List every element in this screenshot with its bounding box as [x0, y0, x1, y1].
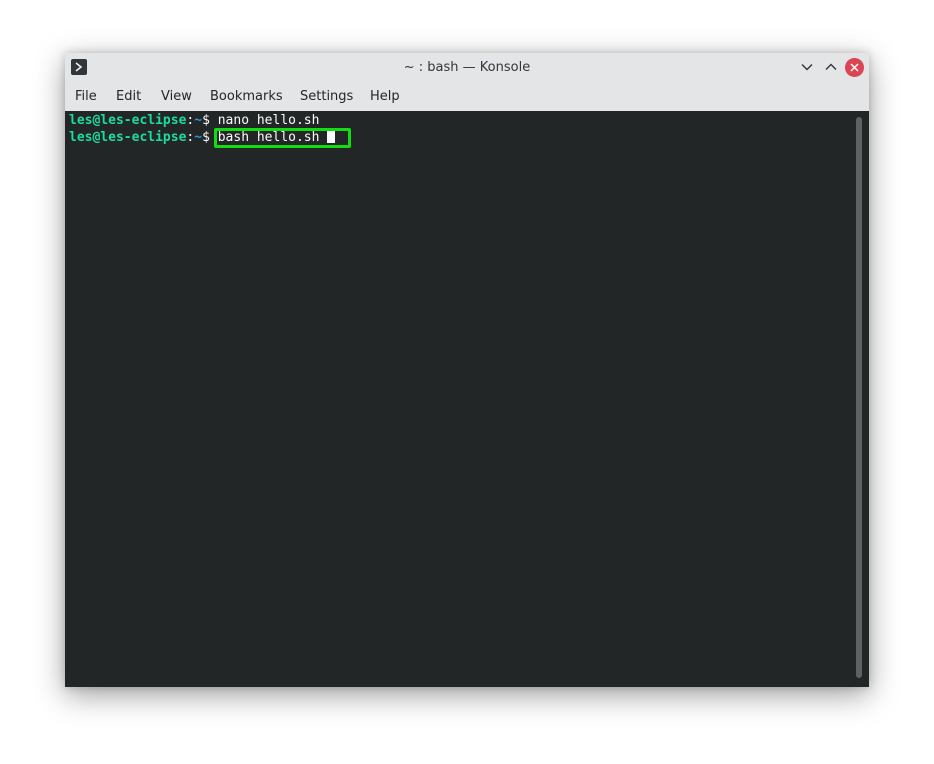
menu-settings[interactable]: Settings [300, 83, 353, 111]
minimize-button[interactable] [797, 58, 817, 78]
menu-bookmarks[interactable]: Bookmarks [210, 83, 283, 111]
menu-bar: File Edit View Bookmarks Settings Help [65, 83, 869, 111]
prompt-user-host: les@les-eclipse [69, 130, 187, 145]
menu-help[interactable]: Help [370, 83, 400, 111]
chevron-down-icon [800, 59, 814, 78]
prompt-path: ~ [194, 130, 203, 145]
prompt-user-host: les@les-eclipse [69, 113, 187, 128]
command-text: nano hello.sh [209, 113, 320, 128]
menu-edit[interactable]: Edit [116, 83, 141, 111]
scrollbar[interactable] [856, 117, 862, 678]
close-button[interactable] [845, 58, 864, 77]
terminal-line: les@les-eclipse:~$ bash hello.sh [69, 129, 336, 146]
command-text: bash hello.sh [209, 130, 328, 145]
prompt-path: ~ [194, 113, 203, 128]
prompt-dollar: $ [202, 130, 210, 145]
menu-view[interactable]: View [161, 83, 192, 111]
title-bar[interactable]: ~ : bash — Konsole [65, 53, 869, 83]
konsole-window: ~ : bash — Konsole File Edit View Bookma… [65, 53, 869, 687]
window-title: ~ : bash — Konsole [403, 60, 531, 75]
text-cursor [327, 129, 336, 143]
terminal-line: les@les-eclipse:~$ nano hello.sh [69, 112, 319, 129]
close-icon [849, 58, 860, 77]
terminal-area[interactable]: les@les-eclipse:~$ nano hello.sh les@les… [65, 111, 869, 687]
chevron-up-icon [824, 59, 838, 78]
prompt-dollar: $ [202, 113, 210, 128]
menu-file[interactable]: File [75, 83, 97, 111]
maximize-button[interactable] [821, 58, 841, 78]
